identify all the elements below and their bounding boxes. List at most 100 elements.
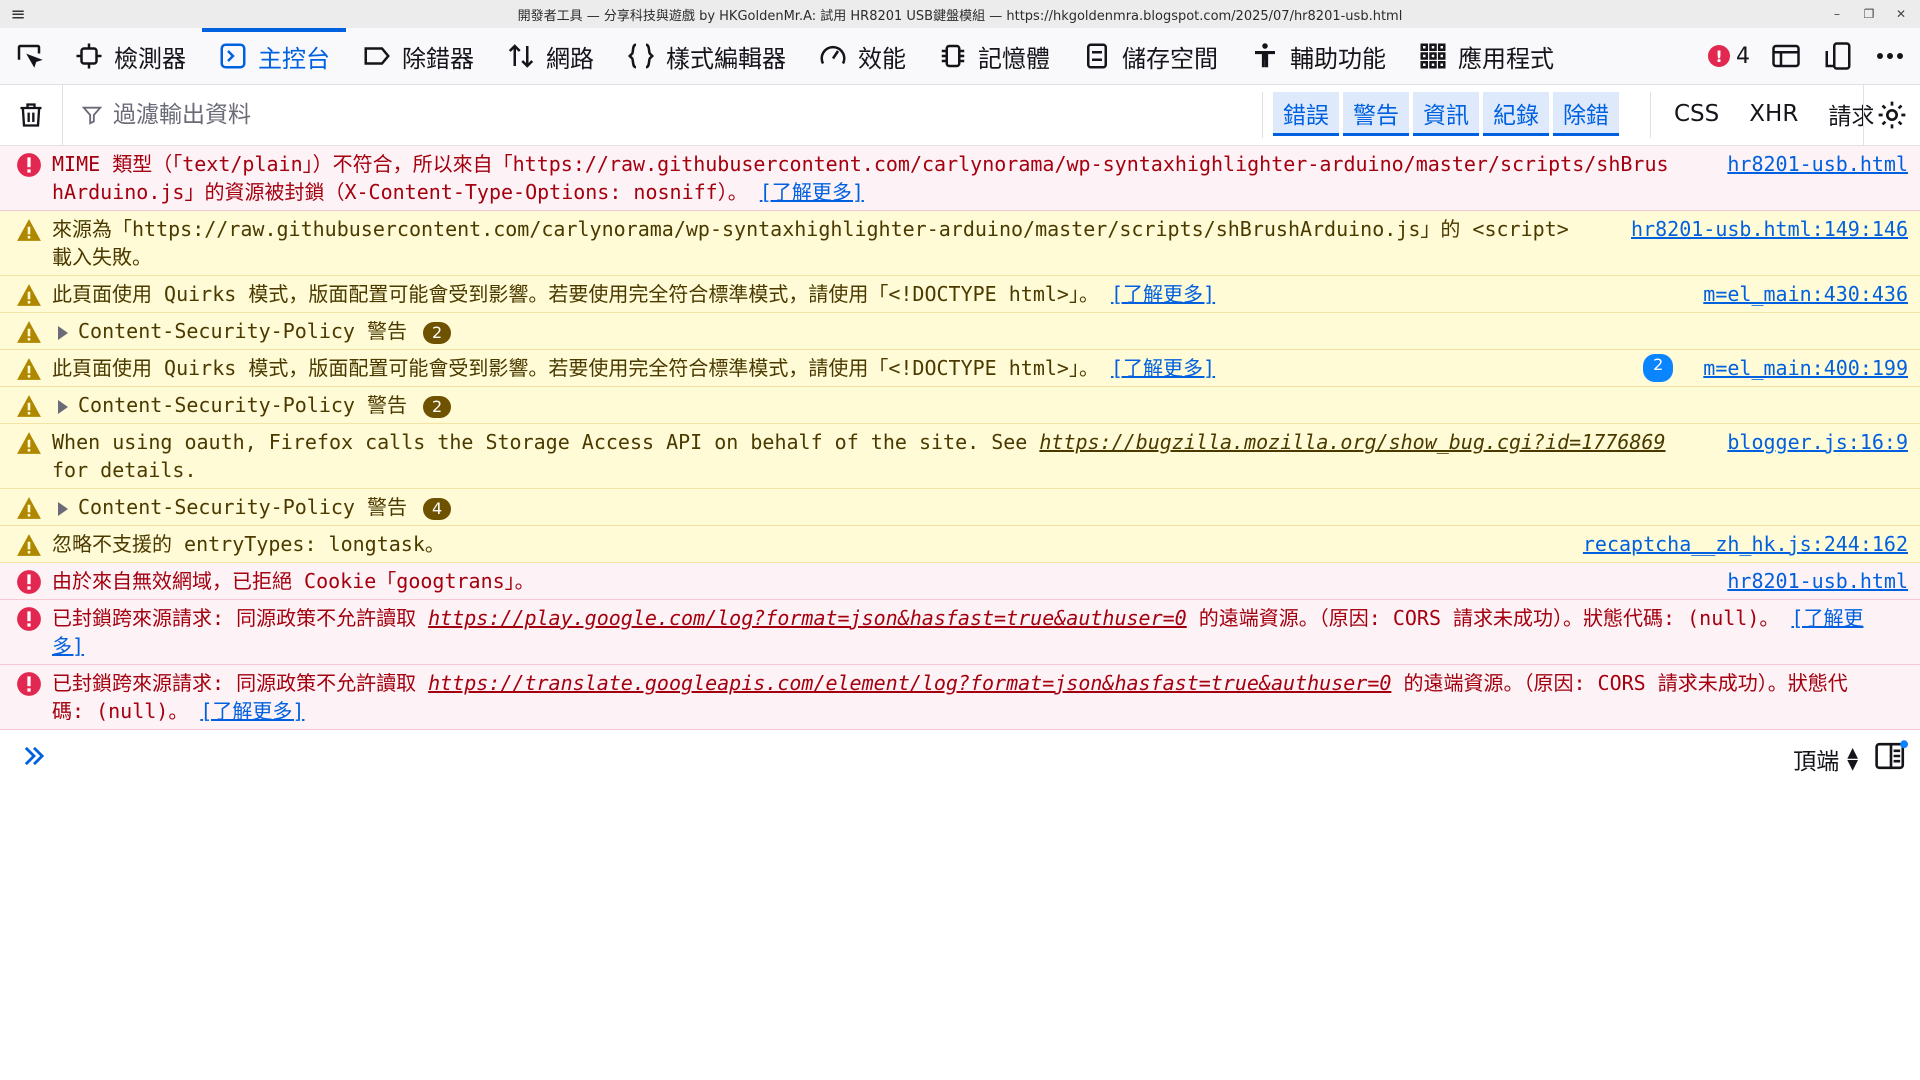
console-message[interactable]: When using oauth, Firefox calls the Stor… xyxy=(0,424,1920,489)
tab-memory[interactable]: 記憶體 xyxy=(922,28,1066,84)
filter-icon xyxy=(81,106,103,125)
sidebar-toggle-icon[interactable] xyxy=(1874,740,1908,772)
filter-debug-button[interactable]: 除錯 xyxy=(1553,92,1619,136)
tab-console[interactable]: 主控台 xyxy=(202,28,346,84)
group-count-badge: 2 xyxy=(422,321,452,344)
console-message[interactable]: 由於來自無效網域，已拒絕 Cookie「googtrans」。 hr8201-u… xyxy=(0,563,1920,600)
console-settings-button[interactable] xyxy=(1863,85,1920,145)
filter-xhr-button[interactable]: XHR xyxy=(1736,92,1811,136)
console-message[interactable]: 忽略不支援的 entryTypes: longtask。 recaptcha__… xyxy=(0,526,1920,563)
tab-performance[interactable]: 效能 xyxy=(802,28,922,84)
learn-more-link[interactable]: [了解更多] xyxy=(1111,282,1215,306)
message-source-link[interactable]: hr8201-usb.html xyxy=(1727,150,1908,206)
message-body: 忽略不支援的 entryTypes: longtask。 xyxy=(52,530,1573,558)
log-level-filters: 錯誤 警告 資訊 紀錄 除錯 xyxy=(1262,92,1619,138)
console-message[interactable]: 此頁面使用 Quirks 模式，版面配置可能會受到影響。若要使用完全符合標準模式… xyxy=(0,350,1920,387)
message-body: Content-Security-Policy 警告 4 xyxy=(52,493,1908,521)
tab-network[interactable]: 網路 xyxy=(490,28,610,84)
expand-arrow-icon[interactable] xyxy=(58,399,68,414)
message-body: 來源為「https://raw.githubusercontent.com/ca… xyxy=(52,215,1621,271)
style-editor-icon xyxy=(627,43,655,69)
filter-warnings-button[interactable]: 警告 xyxy=(1343,92,1409,136)
element-picker-icon xyxy=(17,44,43,68)
filter-errors-button[interactable]: 錯誤 xyxy=(1273,92,1339,136)
message-source-link[interactable]: m=el_main:430:436 xyxy=(1703,280,1908,308)
warning-icon xyxy=(17,534,41,556)
application-icon xyxy=(1420,43,1446,69)
responsive-design-icon[interactable] xyxy=(1822,41,1854,71)
trash-icon xyxy=(20,103,42,127)
console-message-group[interactable]: Content-Security-Policy 警告 4 xyxy=(0,489,1920,526)
tab-label: 效能 xyxy=(858,44,906,73)
tab-application[interactable]: 應用程式 xyxy=(1402,28,1570,84)
toolbar-right: ! 4 xyxy=(1708,28,1906,84)
filter-info-button[interactable]: 資訊 xyxy=(1413,92,1479,136)
warning-icon xyxy=(17,321,41,343)
console-message[interactable]: 此頁面使用 Quirks 模式，版面配置可能會受到影響。若要使用完全符合標準模式… xyxy=(0,276,1920,313)
tab-debugger[interactable]: 除錯器 xyxy=(346,28,490,84)
message-source-link[interactable]: hr8201-usb.html xyxy=(1727,567,1908,595)
expand-arrow-icon[interactable] xyxy=(58,501,68,516)
filter-logs-button[interactable]: 紀錄 xyxy=(1483,92,1549,136)
warning-icon xyxy=(17,395,41,417)
filter-css-button[interactable]: CSS xyxy=(1661,92,1732,136)
context-label: 頂端 xyxy=(1793,749,1840,775)
tab-storage[interactable]: 儲存空間 xyxy=(1066,28,1234,84)
console-message-group[interactable]: Content-Security-Policy 警告 2 xyxy=(0,313,1920,350)
tab-style-editor[interactable]: 樣式編輯器 xyxy=(610,28,802,84)
console-message[interactable]: MIME 類型（「text/plain」）不符合，所以來自「https://ra… xyxy=(0,146,1920,211)
expand-arrow-icon[interactable] xyxy=(58,325,68,340)
error-icon xyxy=(17,607,41,631)
console-message[interactable]: 已封鎖跨來源請求: 同源政策不允許讀取 https://play.google.… xyxy=(0,600,1920,665)
element-picker-button[interactable] xyxy=(0,28,58,84)
learn-more-link[interactable]: [了解更多] xyxy=(1111,356,1215,380)
message-body: 由於來自無效網域，已拒絕 Cookie「googtrans」。 xyxy=(52,567,1717,595)
gear-icon xyxy=(1878,101,1906,129)
evaluation-context-select[interactable]: 頂端 ▲ ▼ xyxy=(1793,742,1858,776)
message-source-link[interactable]: recaptcha__zh_hk.js:244:162 xyxy=(1583,530,1908,558)
tab-inspector[interactable]: 檢測器 xyxy=(58,28,202,84)
tab-accessibility[interactable]: 輔助功能 xyxy=(1234,28,1402,84)
message-body: Content-Security-Policy 警告 2 xyxy=(52,317,1908,345)
storage-icon xyxy=(1087,43,1107,69)
error-icon xyxy=(17,153,41,177)
message-text: 的遠端資源。（原因: CORS 請求未成功）。狀態代碼: (null)。 xyxy=(1186,606,1780,630)
chevron-prompt-icon xyxy=(24,746,45,766)
message-body: MIME 類型（「text/plain」）不符合，所以來自「https://ra… xyxy=(52,150,1717,206)
warning-icon xyxy=(17,432,41,454)
message-text: 此頁面使用 Quirks 模式，版面配置可能會受到影響。若要使用完全符合標準模式… xyxy=(52,356,1099,380)
message-text: 此頁面使用 Quirks 模式，版面配置可能會受到影響。若要使用完全符合標準模式… xyxy=(52,282,1099,306)
error-count-button[interactable]: ! 4 xyxy=(1708,44,1750,69)
dock-side-icon[interactable] xyxy=(1770,41,1802,71)
message-url-link[interactable]: https://bugzilla.mozilla.org/show_bug.cg… xyxy=(1039,430,1665,454)
learn-more-link[interactable]: [了解更多] xyxy=(200,699,304,723)
warning-icon xyxy=(17,358,41,380)
restore-icon[interactable]: ❐ xyxy=(1860,3,1878,25)
message-source-link[interactable]: m=el_main:400:199 xyxy=(1703,354,1908,382)
tab-label: 除錯器 xyxy=(402,44,474,73)
console-input-row[interactable]: 頂端 ▲ ▼ xyxy=(0,732,1920,780)
up-down-arrows-icon: ▲ ▼ xyxy=(1847,745,1858,773)
hamburger-menu-icon[interactable]: ≡ xyxy=(8,4,28,25)
tab-label: 樣式編輯器 xyxy=(666,44,786,73)
message-url-link[interactable]: https://play.google.com/log?format=json&… xyxy=(428,606,1187,630)
tab-label: 檢測器 xyxy=(114,44,186,73)
error-count: 4 xyxy=(1736,43,1750,69)
console-message-group[interactable]: Content-Security-Policy 警告 2 xyxy=(0,387,1920,424)
clear-console-button[interactable] xyxy=(0,85,63,145)
learn-more-link[interactable]: [了解更多] xyxy=(760,180,864,204)
filter-field xyxy=(81,93,1231,137)
message-source-link[interactable]: blogger.js:16:9 xyxy=(1727,428,1908,484)
more-options-icon[interactable] xyxy=(1874,41,1906,71)
console-output: MIME 類型（「text/plain」）不符合，所以來自「https://ra… xyxy=(0,146,1920,730)
minimize-icon[interactable]: – xyxy=(1828,3,1846,25)
message-url-link[interactable]: https://translate.googleapis.com/element… xyxy=(428,671,1391,695)
console-message[interactable]: 已封鎖跨來源請求: 同源政策不允許讀取 https://translate.go… xyxy=(0,665,1920,730)
message-source-link[interactable]: hr8201-usb.html:149:146 xyxy=(1631,215,1908,271)
filter-input[interactable] xyxy=(111,101,1115,129)
close-icon[interactable]: ✕ xyxy=(1892,3,1910,25)
message-text: 已封鎖跨來源請求: 同源政策不允許讀取 xyxy=(52,671,429,695)
message-text: 來源為「https://raw.githubusercontent.com/ca… xyxy=(52,217,1569,269)
error-icon xyxy=(17,570,41,594)
console-message[interactable]: 來源為「https://raw.githubusercontent.com/ca… xyxy=(0,211,1920,276)
